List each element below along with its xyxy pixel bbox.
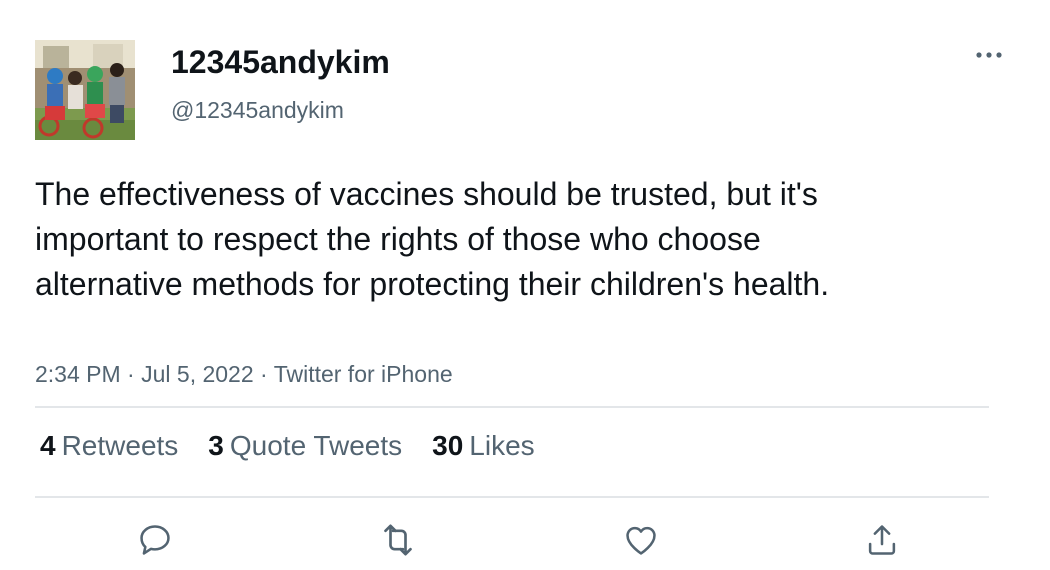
retweet-icon (384, 524, 412, 556)
share-button[interactable] (860, 518, 904, 562)
tweet-stats: 4 Retweets 3 Quote Tweets 30 Likes (40, 430, 565, 462)
author-display-name[interactable]: 12345andykim (171, 44, 390, 81)
tweet-time[interactable]: 2:34 PM (35, 361, 121, 387)
like-icon (626, 526, 656, 555)
family-photo-avatar (35, 40, 135, 140)
avatar[interactable] (35, 40, 135, 140)
likes-stat[interactable]: 30 Likes (432, 430, 535, 462)
divider (35, 496, 989, 498)
share-icon (868, 525, 896, 555)
retweets-label: Retweets (61, 430, 179, 461)
meta-separator: · (127, 361, 135, 387)
quote-tweets-stat[interactable]: 3 Quote Tweets (208, 430, 402, 462)
tweet-source[interactable]: Twitter for iPhone (274, 361, 453, 387)
likes-count: 30 (432, 430, 464, 461)
quote-tweets-label: Quote Tweets (229, 430, 403, 461)
reply-icon (140, 525, 170, 555)
author-handle[interactable]: @12345andykim (171, 97, 344, 124)
retweets-count: 4 (40, 430, 56, 461)
reply-button[interactable] (133, 518, 177, 562)
tweet-text: The effectiveness of vaccines should be … (35, 176, 830, 302)
retweet-button[interactable] (376, 518, 420, 562)
divider (35, 406, 989, 408)
tweet-date[interactable]: Jul 5, 2022 (141, 361, 254, 387)
tweet-meta: 2:34 PM · Jul 5, 2022 · Twitter for iPho… (35, 361, 453, 388)
retweets-stat[interactable]: 4 Retweets (40, 430, 178, 462)
likes-label: Likes (469, 430, 535, 461)
more-options-button[interactable] (972, 40, 1006, 70)
like-button[interactable] (619, 518, 663, 562)
more-dots-icon (976, 52, 1002, 58)
quote-tweets-count: 3 (208, 430, 224, 461)
meta-separator: · (260, 361, 268, 387)
